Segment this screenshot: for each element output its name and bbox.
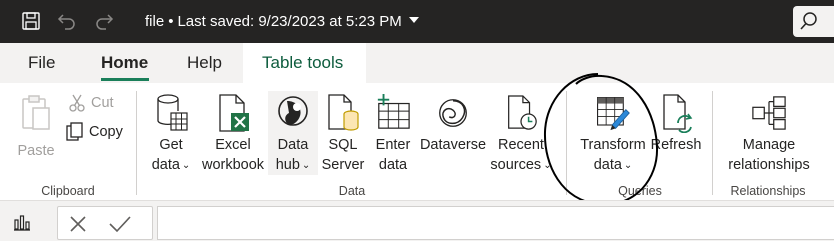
refresh-button[interactable]: Refresh [650, 93, 702, 155]
sql-server-button[interactable]: SQL Server [321, 93, 365, 175]
recent-sources-button[interactable]: Recent sources ⌄ [489, 93, 553, 176]
transform-label-1: Transform [580, 137, 646, 153]
sql-server-icon [325, 93, 361, 133]
dataverse-label: Dataverse [419, 137, 487, 153]
commit-icon[interactable] [108, 214, 132, 234]
queries-group-label: Queries [618, 184, 662, 198]
chevron-down-icon: ⌄ [623, 160, 633, 171]
get-data-label-1: Get [159, 137, 183, 153]
excel-label-2: workbook [201, 157, 265, 173]
formula-commit-controls [57, 206, 153, 240]
tab-table-tools-label: Table tools [262, 53, 344, 72]
transform-label-2: data ⌄ [593, 157, 633, 173]
manage-relationships-icon [751, 93, 787, 133]
recent-sources-icon [503, 93, 539, 133]
transform-data-button[interactable]: Transform data ⌄ [578, 93, 648, 176]
enter-data-label-2: data [378, 157, 408, 173]
copy-button[interactable]: Copy [64, 121, 123, 143]
enter-data-button[interactable]: Enter data [371, 93, 415, 175]
enter-data-icon [375, 93, 411, 133]
dataverse-button[interactable]: Dataverse [419, 93, 487, 155]
document-title[interactable]: file • Last saved: 9/23/2023 at 5:23 PM [145, 13, 402, 30]
tab-table-tools[interactable]: Table tools [243, 43, 366, 83]
ribbon: Paste Cut Copy Clipboard Get data ⌄ Excel… [0, 83, 834, 200]
copy-icon [64, 121, 86, 143]
active-tab-indicator [101, 78, 149, 81]
search-box[interactable] [793, 6, 834, 37]
report-view-icon[interactable] [12, 212, 32, 237]
title-separator: • [168, 13, 174, 30]
redo-icon[interactable] [92, 9, 116, 33]
refresh-label: Refresh [650, 137, 702, 153]
chevron-down-icon: ⌄ [181, 160, 191, 171]
ribbon-tabs: File Home Help Table tools [0, 43, 834, 83]
file-name: file [145, 13, 165, 30]
formula-input[interactable] [157, 206, 834, 240]
recent-label-1: Recent [498, 137, 544, 153]
chevron-down-icon: ⌄ [301, 160, 311, 171]
transform-data-icon [595, 93, 631, 133]
data-group-label: Data [338, 184, 366, 198]
last-saved-text: Last saved: 9/23/2023 at 5:23 PM [177, 13, 402, 30]
copy-label: Copy [89, 124, 123, 140]
recent-label-2: sources ⌄ [490, 157, 552, 173]
sql-label-1: SQL [328, 137, 358, 153]
clipboard-group-label: Clipboard [41, 184, 95, 198]
formula-bar-area [0, 200, 834, 241]
group-divider [712, 91, 713, 195]
search-icon [800, 12, 817, 30]
excel-workbook-button[interactable]: Excel workbook [199, 93, 267, 175]
cut-label: Cut [91, 95, 114, 111]
data-hub-label-2: hub ⌄ [275, 157, 311, 173]
dataverse-icon [435, 93, 471, 133]
manage-label-2: relationships [728, 157, 810, 173]
tab-file[interactable]: File [28, 53, 55, 73]
group-divider [136, 91, 137, 195]
refresh-icon [658, 93, 694, 133]
tab-help[interactable]: Help [187, 53, 222, 73]
manage-relationships-button[interactable]: Manage relationships [722, 93, 816, 175]
excel-label-1: Excel [215, 137, 251, 153]
cut-button[interactable]: Cut [66, 92, 114, 114]
cancel-icon[interactable] [68, 214, 88, 234]
dropdown-caret-icon[interactable] [406, 12, 422, 28]
group-divider [566, 91, 567, 195]
data-hub-button[interactable]: Data hub ⌄ [270, 93, 316, 176]
data-hub-icon [275, 93, 311, 133]
get-data-label-2: data ⌄ [151, 157, 191, 173]
data-hub-label-1: Data [277, 137, 309, 153]
paste-label: Paste [17, 143, 55, 159]
save-icon[interactable] [19, 9, 43, 33]
enter-data-label-1: Enter [375, 137, 411, 153]
undo-icon[interactable] [55, 9, 79, 33]
excel-icon [215, 93, 251, 133]
chevron-down-icon: ⌄ [543, 160, 552, 171]
title-bar: file • Last saved: 9/23/2023 at 5:23 PM [0, 0, 834, 43]
sql-label-2: Server [321, 157, 365, 173]
get-data-icon [153, 93, 189, 133]
paste-button[interactable]: Paste [14, 93, 58, 161]
paste-icon [18, 93, 54, 133]
get-data-button[interactable]: Get data ⌄ [148, 93, 194, 176]
manage-label-1: Manage [742, 137, 796, 153]
tab-home[interactable]: Home [101, 53, 148, 73]
relationships-group-label: Relationships [730, 184, 806, 198]
cut-icon [66, 92, 88, 114]
